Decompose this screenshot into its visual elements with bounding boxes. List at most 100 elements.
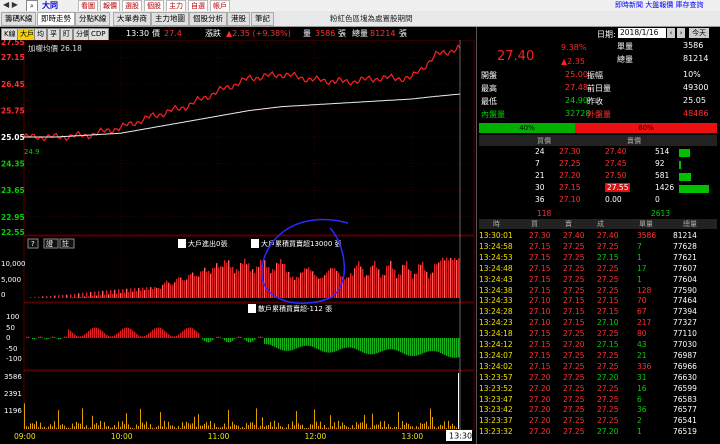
cursor-time-label: 13:30 xyxy=(449,432,472,441)
big-bar xyxy=(216,263,218,298)
tick-cell-0: 13:23:57 xyxy=(479,372,513,382)
diff-bar xyxy=(312,338,314,347)
big-bar xyxy=(156,287,158,298)
diff-bar xyxy=(370,338,372,355)
quote-label-4: 最高 xyxy=(481,84,497,93)
volume-bar xyxy=(134,428,135,429)
bid-qty-1: 7 xyxy=(535,159,540,168)
tick-cell-0: 13:24:02 xyxy=(479,361,513,371)
volume-bar xyxy=(26,426,27,429)
tick-cell-1: 27.20 xyxy=(529,416,551,426)
diff-bar xyxy=(442,338,444,354)
x-tick-2: 11:00 xyxy=(208,432,230,441)
today-button[interactable]: 今天 xyxy=(689,28,709,38)
tick-cell-2: 27.25 xyxy=(563,372,585,382)
legend1-help-icon[interactable] xyxy=(178,239,186,248)
big-bar xyxy=(300,272,302,298)
tick-cell-5: 76630 xyxy=(673,372,697,382)
tab-2[interactable]: 分點K線 xyxy=(75,12,111,26)
volume-bar xyxy=(32,423,33,429)
big-bar xyxy=(136,291,138,298)
next-date-button[interactable]: › xyxy=(677,28,685,38)
big-bar xyxy=(348,277,350,298)
volume-bar xyxy=(236,425,237,429)
tab-5[interactable]: 個股分析 xyxy=(189,12,227,26)
big-bar xyxy=(70,294,72,298)
diff-bar xyxy=(368,338,370,355)
tick-cell-1: 27.15 xyxy=(529,329,551,339)
date-input[interactable]: 2018/1/16 xyxy=(618,28,666,38)
volume-bar xyxy=(436,428,437,429)
diff-bar xyxy=(452,338,454,358)
volume-bar xyxy=(388,424,389,429)
volume-bar xyxy=(50,424,51,429)
tick-cell-3: 27.20 xyxy=(597,427,619,437)
diff-bar xyxy=(128,327,130,338)
diff-bar xyxy=(360,338,362,352)
big-bar xyxy=(192,272,194,298)
big-bar xyxy=(302,272,304,298)
big-bar xyxy=(366,275,368,298)
tab-1[interactable]: 即時走勢 xyxy=(37,12,75,26)
diff-bar xyxy=(176,335,178,338)
date-label: 日期: xyxy=(597,30,616,39)
price-tick-2: 26.45 xyxy=(1,80,25,89)
volume-bar xyxy=(252,422,253,429)
volume-bar xyxy=(304,428,305,429)
volume-bar xyxy=(318,425,319,429)
prev-date-button[interactable]: ‹ xyxy=(667,28,675,38)
view-tabs: 籌碼K線 即時走勢 分點K線 大單券商 主力地圖 個股分析 港股 筆記 粉紅色區塊為處置股期間 xyxy=(0,11,720,27)
big-bar xyxy=(318,278,320,298)
diff-bar xyxy=(162,329,164,338)
diff-bar xyxy=(160,328,162,338)
volume-bar xyxy=(110,427,111,429)
tab-zhu-label: 註 xyxy=(62,239,69,248)
intraday-charts[interactable]: 加權均價 26.18 27.55 27.15 26.45 25.75 25.05 24.3… xyxy=(0,40,476,444)
diff-bar xyxy=(352,338,354,349)
big-bar xyxy=(372,265,374,298)
diff-bar xyxy=(72,332,74,338)
tab-3[interactable]: 大單券商 xyxy=(113,12,151,26)
big-bar xyxy=(202,270,204,298)
tab-7[interactable]: 筆記 xyxy=(251,12,274,26)
volume-bar xyxy=(414,428,415,429)
diff-bar xyxy=(344,338,346,349)
legend2-help-icon[interactable] xyxy=(251,239,259,248)
volume-bar xyxy=(382,426,383,429)
total-label: 總量 xyxy=(352,29,368,38)
big-bar xyxy=(306,268,308,298)
tab-4[interactable]: 主力地圖 xyxy=(151,12,189,26)
diff-bar xyxy=(314,338,316,348)
price-value: 27.4 xyxy=(164,29,182,38)
tick-cell-1: 27.15 xyxy=(529,252,551,262)
tab-0[interactable]: 籌碼K線 xyxy=(1,12,37,26)
volume-bar xyxy=(292,421,293,429)
volume-bar xyxy=(412,426,413,429)
volume-bar xyxy=(206,422,207,429)
volume-bar xyxy=(246,423,247,429)
big-bar xyxy=(258,267,260,298)
volume-bar xyxy=(80,423,81,429)
nav-arrows[interactable]: ◀ ▶ xyxy=(3,0,18,9)
diff-bar xyxy=(330,338,332,353)
diff-bar xyxy=(90,329,92,338)
big-bar xyxy=(42,296,44,298)
diff-bar xyxy=(108,335,110,338)
volume-bar xyxy=(28,426,29,429)
big-bar xyxy=(286,272,288,298)
volume-bar xyxy=(36,421,37,429)
tick-cell-0: 13:24:07 xyxy=(479,350,513,360)
big-bar xyxy=(210,273,212,298)
volume-bar xyxy=(212,428,213,429)
diff-bar xyxy=(118,332,120,338)
tab-6[interactable]: 港股 xyxy=(227,12,250,26)
big-bar xyxy=(132,291,134,298)
legend3-help-icon[interactable] xyxy=(248,304,256,313)
volume-bar xyxy=(444,421,445,429)
diff-tick-0: 100 xyxy=(6,313,19,321)
big-bar xyxy=(206,271,208,298)
diff-bar xyxy=(38,337,40,338)
toolbar-right-links[interactable]: 即時新聞 大盤報價 庫存查詢 xyxy=(615,0,703,10)
bid-price-4: 27.10 xyxy=(559,195,581,204)
diff-bar xyxy=(454,338,456,358)
